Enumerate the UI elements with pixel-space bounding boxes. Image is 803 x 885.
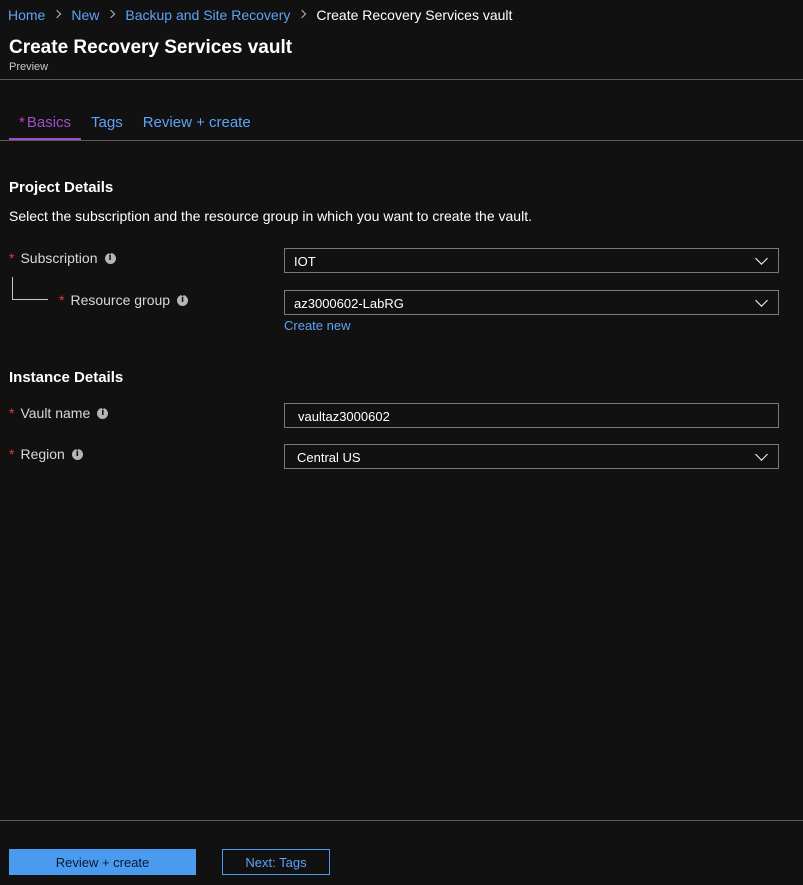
chevron-down-icon: [755, 448, 768, 461]
breadcrumb-new[interactable]: New: [71, 7, 99, 23]
tab-review-create[interactable]: Review + create: [133, 114, 261, 140]
info-icon[interactable]: i: [104, 252, 116, 264]
section-description: Select the subscription and the resource…: [9, 208, 532, 224]
chevron-down-icon: [755, 294, 768, 307]
vault-name-label: * Vault name i: [9, 405, 109, 421]
subscription-dropdown[interactable]: IOT: [284, 248, 779, 273]
tab-tags[interactable]: Tags: [81, 114, 133, 140]
tab-bar: * Basics Tags Review + create: [9, 114, 261, 140]
review-create-button[interactable]: Review + create: [9, 849, 196, 875]
chevron-right-icon: [54, 11, 62, 19]
info-icon[interactable]: i: [71, 448, 83, 460]
vault-name-label-text: Vault name: [20, 405, 91, 421]
required-star: *: [59, 292, 65, 308]
subscription-label-text: Subscription: [20, 250, 98, 266]
tab-label: Review + create: [142, 114, 251, 131]
next-tags-button[interactable]: Next: Tags: [222, 849, 330, 875]
subscription-label: * Subscription i: [9, 250, 116, 266]
tab-label: Basics: [26, 114, 72, 131]
tab-basics[interactable]: * Basics: [9, 114, 82, 140]
chevron-down-icon: [755, 252, 768, 265]
footer-divider: [0, 820, 803, 821]
region-label: * Region i: [9, 446, 83, 462]
vault-name-value: vaultaz3000602: [298, 409, 390, 424]
resource-group-value: az3000602-LabRG: [294, 296, 404, 311]
tree-connector: [12, 277, 13, 299]
region-value: Central US: [297, 450, 361, 465]
required-star: *: [9, 250, 15, 266]
breadcrumb-backup-site-recovery[interactable]: Backup and Site Recovery: [125, 7, 290, 23]
required-star: *: [9, 446, 15, 462]
section-title-project: Project Details: [9, 179, 114, 196]
required-star: *: [9, 405, 15, 421]
section-title-instance: Instance Details: [9, 369, 124, 386]
resource-group-label-text: Resource group: [70, 292, 171, 308]
tab-divider: [0, 140, 803, 141]
vault-name-input[interactable]: vaultaz3000602: [284, 403, 779, 428]
tree-connector: [12, 299, 48, 300]
breadcrumb-home[interactable]: Home: [8, 7, 45, 23]
header-divider: [0, 79, 803, 80]
create-new-link[interactable]: Create new: [284, 318, 350, 333]
chevron-right-icon: [299, 11, 307, 19]
info-icon[interactable]: i: [97, 407, 109, 419]
region-label-text: Region: [20, 446, 65, 462]
info-icon[interactable]: i: [177, 294, 189, 306]
tab-label: Tags: [91, 114, 123, 131]
subscription-value: IOT: [294, 254, 316, 269]
resource-group-label: * Resource group i: [59, 292, 189, 308]
chevron-right-icon: [108, 11, 116, 19]
region-dropdown[interactable]: Central US: [284, 444, 779, 469]
required-marker: *: [19, 114, 25, 131]
breadcrumb-current: Create Recovery Services vault: [316, 7, 513, 23]
page-title: Create Recovery Services vault: [9, 37, 293, 58]
page-subtitle: Preview: [9, 61, 49, 73]
breadcrumb: Home New Backup and Site Recovery Create…: [8, 7, 512, 23]
resource-group-dropdown[interactable]: az3000602-LabRG: [284, 290, 779, 315]
